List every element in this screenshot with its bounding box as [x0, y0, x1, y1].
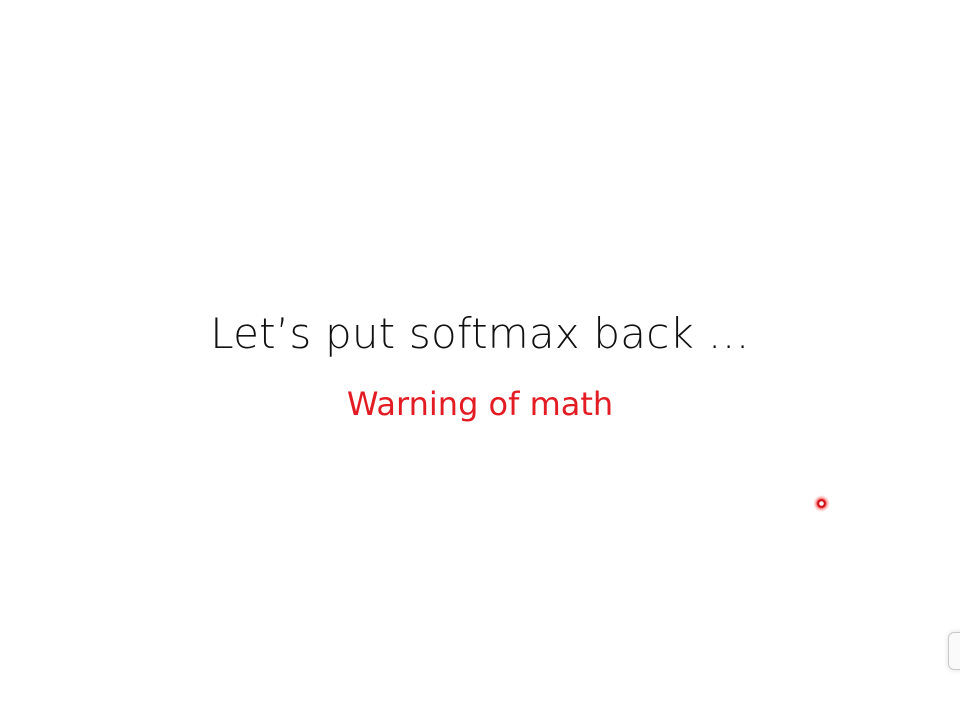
laser-pointer-icon	[813, 495, 830, 512]
slide-canvas: Let’s put softmax back … Warning of math	[0, 0, 960, 720]
slide-title: Let’s put softmax back …	[210, 309, 750, 358]
slide-subtitle: Warning of math	[346, 385, 614, 423]
slide-control-tab[interactable]	[948, 632, 960, 670]
